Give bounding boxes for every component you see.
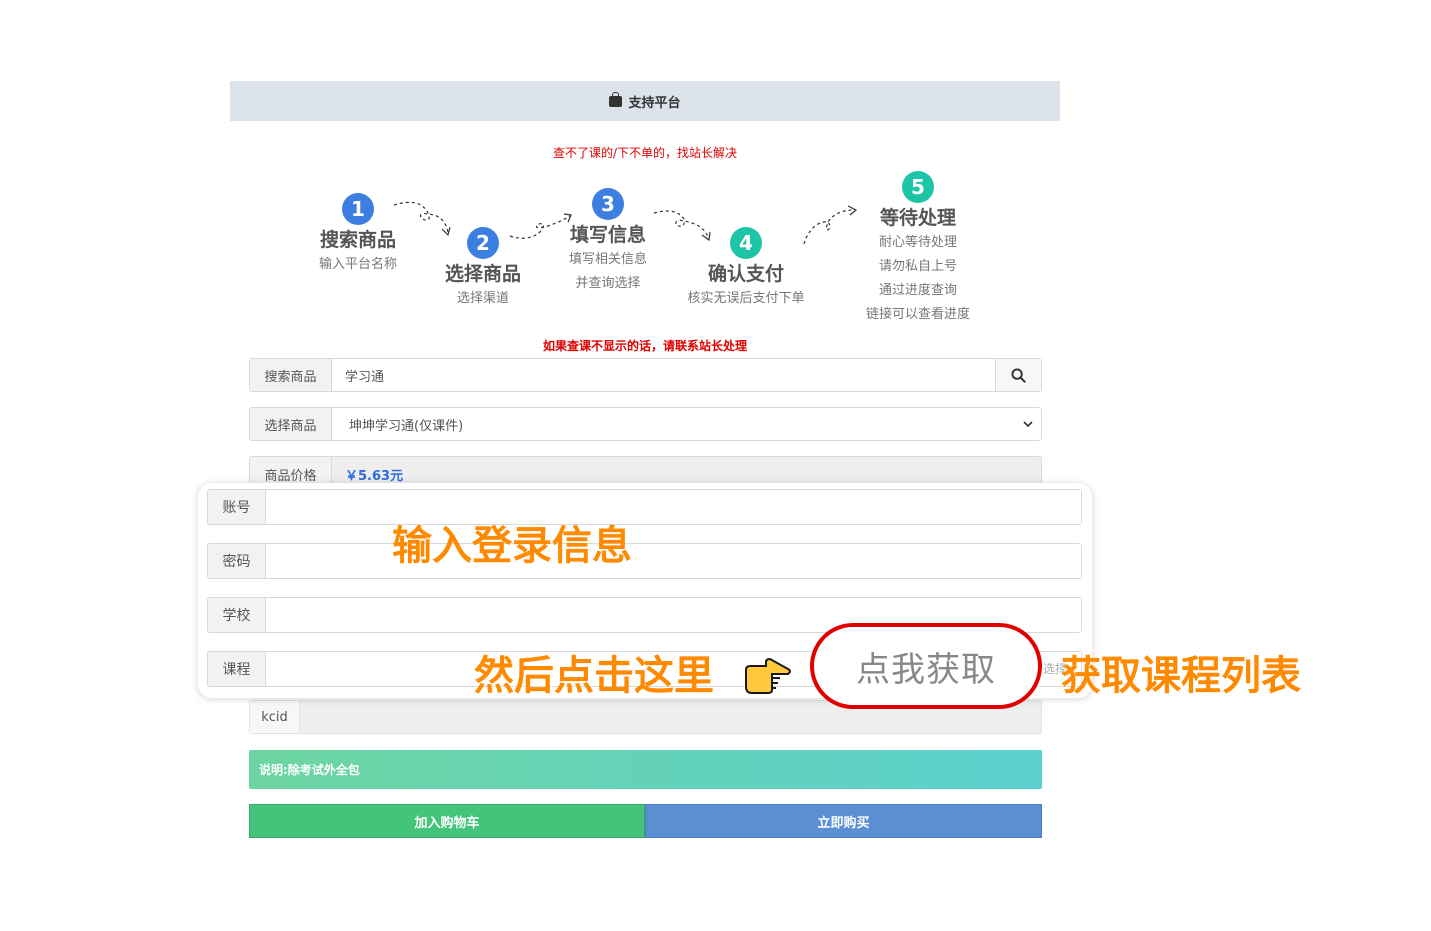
search-button[interactable] <box>995 359 1041 391</box>
notice-top: 查不了课的/下不单的，找站长解决 <box>552 146 738 160</box>
account-row: 账号 <box>207 489 1082 525</box>
password-input[interactable] <box>266 544 1081 578</box>
step-arrow-4-icon <box>803 205 858 245</box>
select-label: 选择商品 <box>250 408 332 440</box>
step-desc-5c: 通过进度查询 <box>878 283 957 298</box>
annotation-enter-info: 输入登录信息 <box>392 523 632 569</box>
price-label: 商品价格 <box>250 457 332 485</box>
annotation-then-click: 然后点击这里 <box>474 653 714 699</box>
step-arrow-3-icon <box>653 210 711 242</box>
kcid-label: kcid <box>250 701 300 733</box>
account-input[interactable] <box>266 490 1081 524</box>
price-value: ￥5.63元 <box>345 469 404 484</box>
password-row: 密码 <box>207 543 1082 579</box>
school-label: 学校 <box>208 598 266 632</box>
step-title-2: 选择商品 <box>444 263 521 285</box>
price-row: 商品价格 ￥5.63元 <box>249 456 1042 486</box>
step-title-5: 等待处理 <box>879 207 956 229</box>
buy-now-button[interactable]: 立即购买 <box>645 804 1042 838</box>
search-label: 搜索商品 <box>250 359 332 391</box>
get-courses-label: 点我获取 <box>856 649 996 690</box>
step-5: 5 等待处理 耐心等待处理 请勿私自上号 通过进度查询 链接可以查看进度 <box>848 171 988 327</box>
step-number-5: 5 <box>902 171 934 203</box>
step-number-4: 4 <box>730 227 762 259</box>
panel-header: 支持平台 <box>230 81 1060 121</box>
step-arrow-1-icon <box>393 201 451 237</box>
step-desc-3a: 填写相关信息 <box>568 252 647 267</box>
pointing-hand-icon <box>745 657 791 694</box>
get-courses-button[interactable]: 点我获取 <box>810 623 1042 709</box>
step-desc-5d: 链接可以查看进度 <box>865 307 970 322</box>
step-desc-4: 核实无误后支付下单 <box>687 291 805 306</box>
step-desc-2: 选择渠道 <box>456 291 509 306</box>
product-select[interactable]: 坤坤学习通(仅课件) <box>332 408 1041 440</box>
step-desc-5a: 耐心等待处理 <box>878 235 957 250</box>
step-number-1: 1 <box>342 193 374 225</box>
step-desc-5b: 请勿私自上号 <box>878 259 957 274</box>
search-row: 搜索商品 学习通 <box>249 358 1042 392</box>
product-select-row: 选择商品 坤坤学习通(仅课件) <box>249 407 1042 441</box>
step-number-3: 3 <box>592 188 624 220</box>
password-label: 密码 <box>208 544 266 578</box>
chevron-down-icon <box>1023 421 1033 428</box>
step-number-2: 2 <box>467 227 499 259</box>
search-icon <box>1011 367 1026 383</box>
panel-title: 支持平台 <box>628 95 681 111</box>
notice-bottom: 如果查课不显示的话，请联系站长处理 <box>542 339 747 353</box>
shopping-bag-icon <box>609 91 623 107</box>
step-desc-3b: 并查询选择 <box>575 276 641 291</box>
info-alert: 说明:除考试外全包 <box>249 750 1042 789</box>
add-to-cart-button[interactable]: 加入购物车 <box>249 804 645 838</box>
account-label: 账号 <box>208 490 266 524</box>
search-input[interactable]: 学习通 <box>332 359 995 391</box>
course-label: 课程 <box>208 652 266 686</box>
step-title-4: 确认支付 <box>707 263 784 285</box>
product-select-value: 坤坤学习通(仅课件) <box>349 418 464 434</box>
step-desc-1: 输入平台名称 <box>318 257 397 272</box>
annotation-get-list: 获取课程列表 <box>1061 653 1301 699</box>
step-arrow-2-icon <box>509 213 572 239</box>
